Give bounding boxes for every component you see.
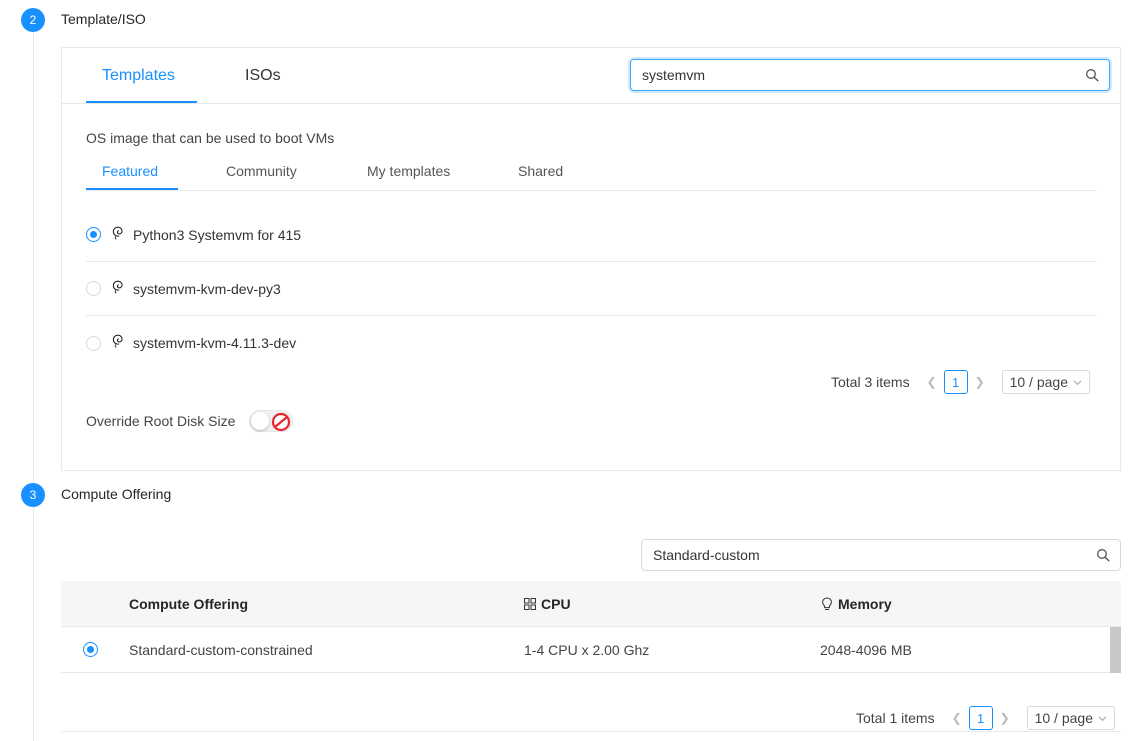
- bulb-icon: [822, 596, 832, 610]
- offering-name: Standard-custom-constrained: [129, 641, 313, 658]
- chevron-down-icon: [1098, 715, 1107, 721]
- page-size-label: 10 / page: [1034, 710, 1093, 726]
- template-search: [630, 59, 1110, 91]
- template-search-input[interactable]: [642, 60, 1049, 90]
- step-title-compute-offering: Compute Offering: [61, 486, 172, 502]
- table-header: Compute Offering CPU Memory: [61, 581, 1121, 627]
- active-tab-indicator: [86, 101, 197, 103]
- offering-memory: 2048-4096 MB: [820, 641, 912, 658]
- offering-cpu: 1-4 CPU x 2.00 Ghz: [524, 641, 650, 658]
- override-root-disk-setting: Override Root Disk Size: [86, 410, 294, 432]
- tab-templates[interactable]: Templates: [102, 48, 175, 104]
- override-root-disk-toggle[interactable]: [249, 410, 294, 432]
- pagination-total: Total 3 items: [831, 374, 910, 390]
- page-number-button[interactable]: 1: [968, 706, 993, 730]
- template-iso-card: Templates ISOs OS image that can be used…: [61, 47, 1121, 471]
- compute-offering-table: Compute Offering CPU Memory Standard-cus…: [61, 581, 1121, 673]
- table-scrollbar[interactable]: [1110, 627, 1121, 673]
- template-name: systemvm-kvm-4.11.3-dev: [133, 335, 297, 351]
- grid-icon: [524, 597, 536, 610]
- column-header-memory-label: Memory: [838, 595, 892, 612]
- template-row[interactable]: Python3 Systemvm for 415: [86, 208, 1097, 262]
- template-description: OS image that can be used to boot VMs: [86, 130, 335, 146]
- compute-offering-search-input[interactable]: [653, 540, 1060, 570]
- compute-offering-search: [641, 539, 1121, 571]
- search-icon[interactable]: [1096, 548, 1110, 562]
- column-header-cpu-label: CPU: [541, 595, 571, 612]
- step-title-template-iso: Template/ISO: [61, 11, 146, 27]
- column-header-memory[interactable]: Memory: [821, 581, 892, 626]
- next-page-icon[interactable]: ❯: [968, 375, 992, 389]
- override-root-disk-label: Override Root Disk Size: [86, 413, 236, 429]
- chevron-down-icon: [1073, 379, 1082, 385]
- active-subtab-indicator: [86, 188, 178, 190]
- subtab-featured[interactable]: Featured: [102, 152, 158, 190]
- subtab-community[interactable]: Community: [226, 152, 297, 190]
- subtab-shared[interactable]: Shared: [518, 152, 563, 190]
- step-number-badge: 2: [21, 8, 45, 32]
- template-iso-tab-bar: Templates ISOs: [62, 48, 1120, 104]
- not-allowed-icon: [272, 412, 291, 432]
- page-size-label: 10 / page: [1009, 374, 1068, 390]
- table-row[interactable]: Standard-custom-constrained 1-4 CPU x 2.…: [61, 627, 1121, 673]
- template-filter-tabs: Featured Community My templates Shared: [86, 152, 1097, 191]
- pagination-total: Total 1 items: [856, 710, 935, 726]
- prev-page-icon[interactable]: ❮: [945, 711, 969, 725]
- section-divider: [61, 731, 1121, 732]
- template-radio[interactable]: [86, 227, 101, 242]
- debian-swirl-icon: [112, 226, 123, 239]
- debian-swirl-icon: [112, 280, 123, 293]
- page-size-select[interactable]: 10 / page: [1001, 370, 1090, 394]
- template-name: systemvm-kvm-dev-py3: [133, 280, 281, 297]
- template-row[interactable]: systemvm-kvm-4.11.3-dev: [86, 316, 1097, 370]
- toggle-knob: [251, 412, 270, 430]
- next-page-icon[interactable]: ❯: [993, 711, 1017, 725]
- column-header-compute-offering[interactable]: Compute Offering: [129, 581, 248, 626]
- page-number-button[interactable]: 1: [943, 370, 968, 394]
- template-radio[interactable]: [86, 281, 101, 296]
- subtab-my-templates[interactable]: My templates: [367, 152, 450, 190]
- tab-isos[interactable]: ISOs: [245, 48, 281, 104]
- template-radio[interactable]: [86, 335, 101, 351]
- page-size-select[interactable]: 10 / page: [1026, 706, 1115, 730]
- compute-offering-pagination: Total 1 items ❮ 1 ❯ 10 / page: [856, 706, 1115, 730]
- template-pagination: Total 3 items ❮ 1 ❯ 10 / page: [831, 370, 1090, 394]
- offering-radio[interactable]: [83, 642, 98, 657]
- search-icon[interactable]: [1085, 68, 1099, 82]
- debian-swirl-icon: [112, 334, 123, 348]
- prev-page-icon[interactable]: ❮: [920, 375, 944, 389]
- template-name: Python3 Systemvm for 415: [133, 226, 302, 243]
- template-row[interactable]: systemvm-kvm-dev-py3: [86, 262, 1097, 316]
- step-number-badge: 3: [21, 483, 45, 507]
- column-header-cpu[interactable]: CPU: [524, 581, 571, 626]
- steps-connector-line: [33, 32, 34, 741]
